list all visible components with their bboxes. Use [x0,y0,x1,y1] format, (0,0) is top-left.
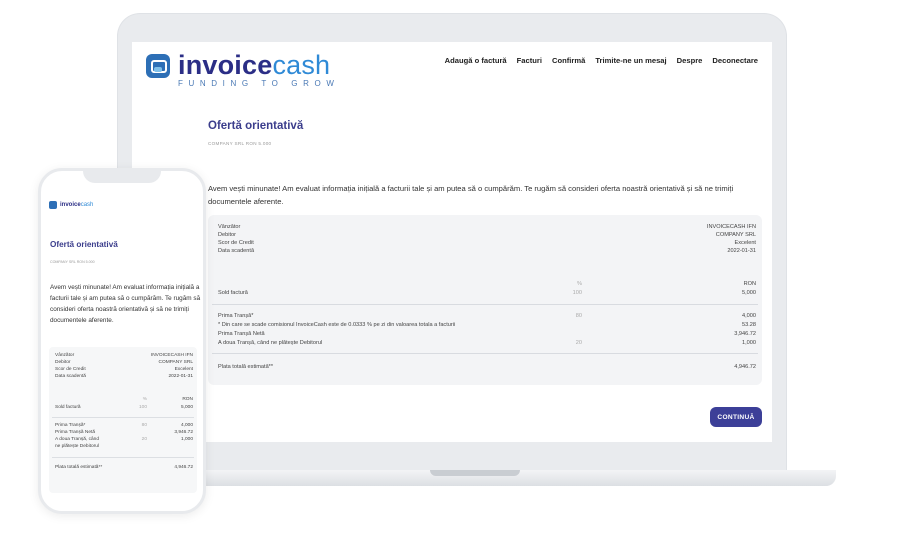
laptop-screen: invoicecash FUNDING TO GROW Adaugă o fac… [132,42,772,442]
offer-lead-text: Avem vești minunate! Am evaluat informaț… [208,184,734,206]
wallet-icon [49,201,57,209]
phone-brand-logo[interactable]: invoicecash [49,201,93,209]
laptop-notch [430,470,520,476]
phone-mockup: invoicecash Ofertă orientativă COMPANY S… [38,168,206,514]
continue-button[interactable]: CONTINUĂ [710,407,762,427]
top-nav: Adaugă o factură Facturi Confirmă Trimit… [445,56,758,65]
phone-page-title: Ofertă orientativă [50,240,118,249]
nav-about[interactable]: Despre [677,56,703,65]
brand-logo[interactable]: invoicecash FUNDING TO GROW [146,52,339,88]
page-title: Ofertă orientativă [208,120,304,132]
phone-offer-lead-text: Avem vești minunate! Am evaluat informaț… [50,284,201,324]
phone-page-subtitle: COMPANY SRL RON 5.000 [50,260,95,264]
brand-tagline: FUNDING TO GROW [178,79,340,88]
nav-message[interactable]: Trimite-ne un mesaj [595,56,666,65]
phone-notch [83,171,161,183]
divider [212,353,758,354]
nav-confirm[interactable]: Confirmă [552,56,585,65]
nav-invoices[interactable]: Facturi [517,56,542,65]
page-subtitle: COMPANY SRL RON 5.000 [208,141,272,146]
brand-name: invoicecash [178,50,331,80]
nav-logout[interactable]: Deconectare [712,56,758,65]
offer-card: Vânzător INVOICECASH IFN Debitor COMPANY… [208,215,762,385]
divider [52,457,194,458]
nav-add-invoice[interactable]: Adaugă o factură [445,56,507,65]
divider [212,304,758,305]
phone-offer-card: Vânzător INVOICECASH IFN Debitor COMPANY… [49,347,197,493]
wallet-icon [146,54,170,78]
divider [52,417,194,418]
